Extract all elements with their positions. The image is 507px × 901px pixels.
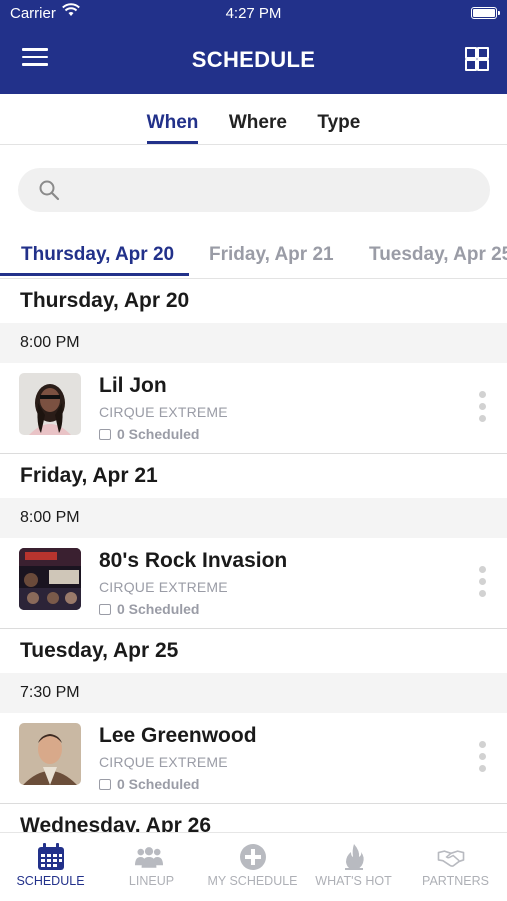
tab-label: WHAT'S HOT	[315, 874, 392, 888]
tab-type[interactable]: Type	[317, 94, 360, 142]
tab-lineup[interactable]: LINEUP	[101, 833, 202, 901]
event-name: Lil Jon	[99, 374, 167, 397]
event-name: 80's Rock Invasion	[99, 549, 288, 572]
people-group-icon	[135, 847, 163, 868]
tab-my-schedule[interactable]: MY SCHEDULE	[202, 833, 303, 901]
tab-schedule[interactable]: SCHEDULE	[0, 833, 101, 901]
flame-icon	[345, 844, 364, 870]
handshake-icon	[437, 850, 465, 867]
event-venue: CIRQUE EXTREME	[99, 579, 228, 595]
date-tab-friday[interactable]: Friday, Apr 21	[209, 244, 334, 266]
time-slot: 8:00 PM	[0, 498, 507, 538]
calendar-icon	[99, 429, 111, 440]
grid-view-icon[interactable]	[465, 47, 489, 71]
day-header: Friday, Apr 21	[0, 454, 507, 498]
day-header: Thursday, Apr 20	[0, 279, 507, 323]
tab-where[interactable]: Where	[229, 94, 287, 142]
event-venue: CIRQUE EXTREME	[99, 404, 228, 420]
scheduled-count: 0 Scheduled	[99, 601, 199, 617]
search-input[interactable]	[74, 176, 478, 206]
tab-whats-hot[interactable]: WHAT'S HOT	[303, 833, 404, 901]
date-tab-thursday[interactable]: Thursday, Apr 20	[21, 244, 174, 266]
time-slot: 7:30 PM	[0, 673, 507, 713]
status-time: 4:27 PM	[225, 5, 282, 22]
artist-photo	[19, 373, 81, 435]
active-date-indicator	[0, 273, 189, 276]
calendar-icon	[99, 779, 111, 790]
date-tab-tuesday[interactable]: Tuesday, Apr 25	[369, 244, 507, 266]
status-bar: Carrier 4:27 PM	[0, 0, 507, 28]
more-options-icon[interactable]	[479, 391, 487, 425]
schedule-list: Thursday, Apr 20 8:00 PM Lil Jon CIRQUE …	[0, 279, 507, 848]
plus-circle-icon	[240, 844, 266, 870]
tab-label: PARTNERS	[422, 874, 489, 888]
event-row[interactable]: 80's Rock Invasion CIRQUE EXTREME 0 Sche…	[0, 538, 507, 629]
app-header: Carrier 4:27 PM SCHEDULE	[0, 0, 507, 94]
more-options-icon[interactable]	[479, 566, 487, 600]
tab-label: MY SCHEDULE	[207, 874, 298, 888]
scheduled-label: 0 Scheduled	[117, 601, 200, 617]
more-options-icon[interactable]	[479, 741, 487, 775]
filter-tabs: When Where Type	[0, 94, 507, 145]
tab-label: SCHEDULE	[16, 874, 85, 888]
bottom-tab-bar: SCHEDULE LINEUP MY SCHEDULE WHAT'S HOT P…	[0, 832, 507, 901]
artist-photo	[19, 723, 81, 785]
date-tabs: Thursday, Apr 20 Friday, Apr 21 Tuesday,…	[0, 232, 507, 279]
event-name: Lee Greenwood	[99, 724, 257, 747]
event-row[interactable]: Lil Jon CIRQUE EXTREME 0 Scheduled	[0, 363, 507, 454]
calendar-icon	[38, 843, 64, 870]
scheduled-count: 0 Scheduled	[99, 426, 199, 442]
search-icon	[39, 180, 60, 201]
scheduled-label: 0 Scheduled	[117, 776, 200, 792]
tab-partners[interactable]: PARTNERS	[405, 833, 506, 901]
nav-bar: SCHEDULE	[0, 34, 507, 88]
search-bar	[18, 168, 490, 212]
battery-icon	[471, 7, 500, 19]
scheduled-label: 0 Scheduled	[117, 426, 200, 442]
tab-label: LINEUP	[128, 874, 175, 888]
event-poster	[19, 548, 81, 610]
calendar-icon	[99, 604, 111, 615]
day-header: Tuesday, Apr 25	[0, 629, 507, 673]
event-venue: CIRQUE EXTREME	[99, 754, 228, 770]
scheduled-count: 0 Scheduled	[99, 776, 199, 792]
page-title: SCHEDULE	[191, 47, 316, 72]
tab-when[interactable]: When	[146, 94, 198, 144]
time-slot: 8:00 PM	[0, 323, 507, 363]
event-row[interactable]: Lee Greenwood CIRQUE EXTREME 0 Scheduled	[0, 713, 507, 804]
